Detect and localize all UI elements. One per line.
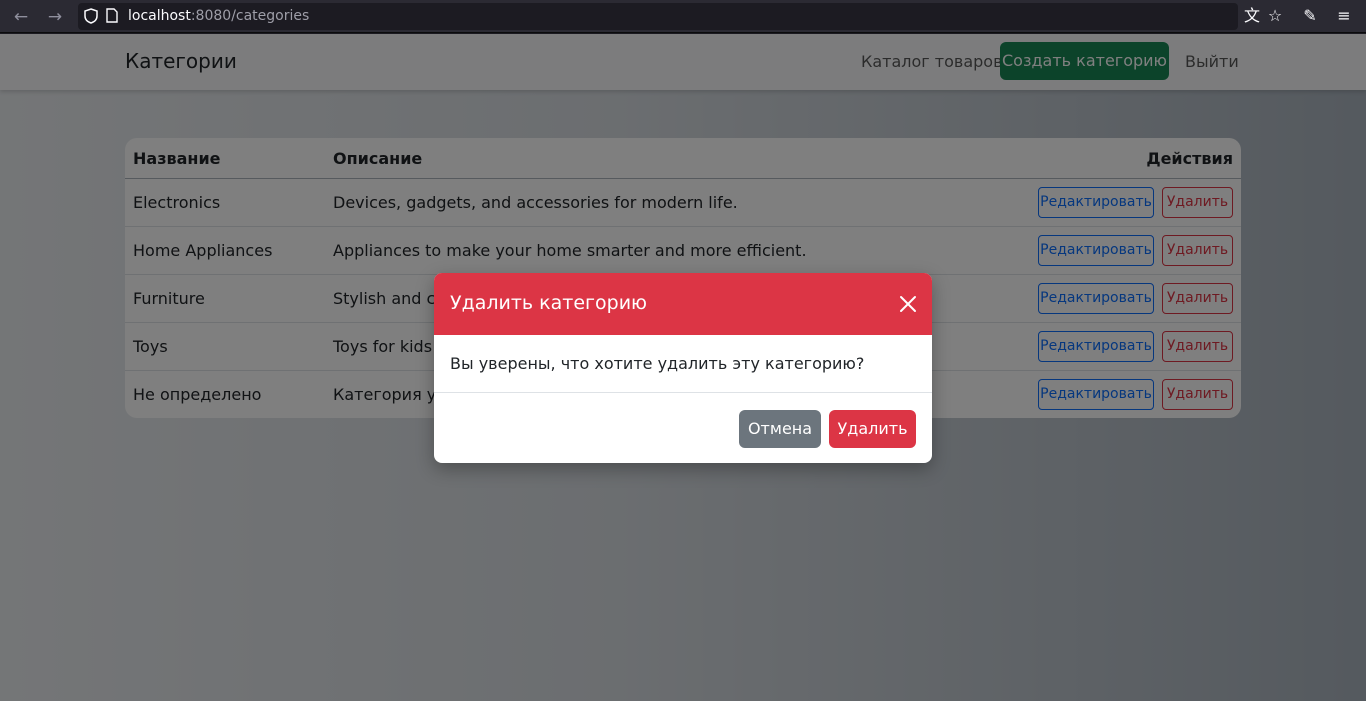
back-arrow-icon[interactable]: ←: [10, 6, 32, 28]
cancel-button[interactable]: Отмена: [739, 410, 821, 448]
forward-arrow-icon[interactable]: →: [44, 6, 66, 28]
close-icon[interactable]: [898, 294, 918, 314]
page-icon: [106, 8, 118, 23]
bookmark-star-icon[interactable]: ☆: [1265, 6, 1285, 26]
page-content: Категории Каталог товаров Создать катего…: [0, 34, 1366, 701]
delete-category-modal: Удалить категорию Вы уверены, что хотите…: [434, 273, 932, 463]
url-text[interactable]: localhost:8080/categories: [128, 7, 309, 26]
hamburger-menu-icon[interactable]: ≡: [1334, 6, 1354, 26]
address-bar[interactable]: localhost:8080/categories: [78, 3, 1238, 30]
confirm-delete-button[interactable]: Удалить: [829, 410, 916, 448]
browser-toolbar: ← → localhost:8080/categories 文 ☆ ✎ ≡: [0, 0, 1366, 33]
modal-title: Удалить категорию: [450, 292, 648, 314]
modal-body: Вы уверены, что хотите удалить эту катег…: [434, 335, 932, 393]
modal-message: Вы уверены, что хотите удалить эту катег…: [450, 354, 865, 373]
translate-icon[interactable]: 文: [1242, 6, 1262, 26]
extensions-icon[interactable]: ✎: [1300, 6, 1320, 26]
url-path: :8080/categories: [190, 8, 310, 24]
url-host: localhost: [128, 8, 191, 24]
shield-icon[interactable]: [84, 8, 98, 24]
modal-header: Удалить категорию: [434, 273, 932, 335]
